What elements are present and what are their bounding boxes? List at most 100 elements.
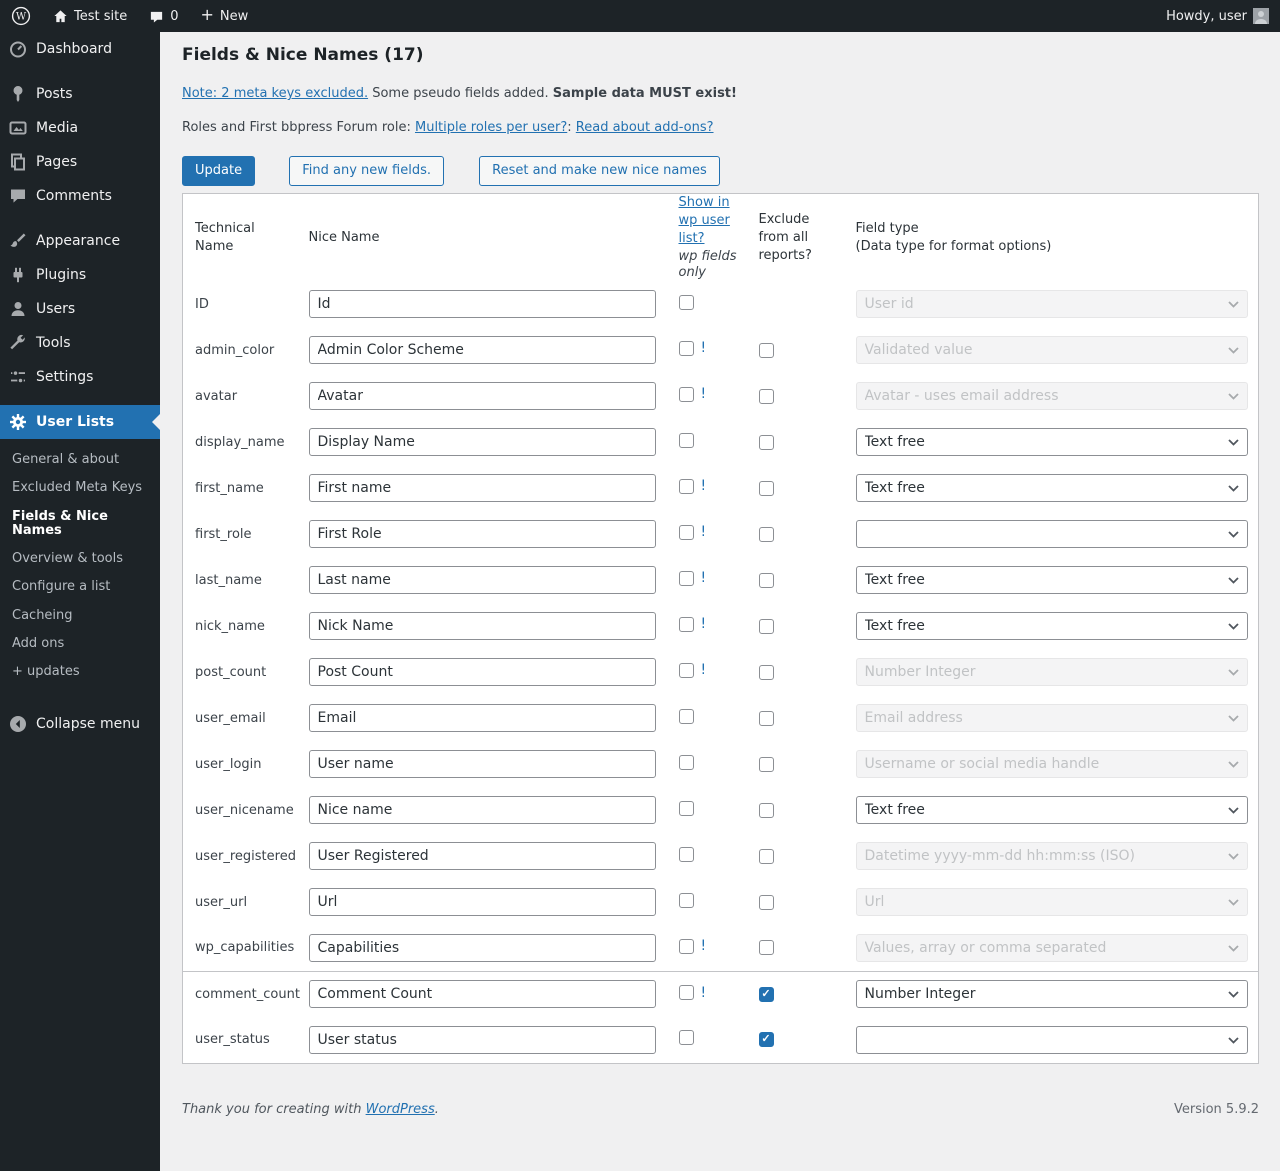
exclude-checkbox[interactable] xyxy=(758,342,774,358)
exclude-checkbox[interactable] xyxy=(758,848,774,864)
show-in-list-checkbox[interactable] xyxy=(678,524,694,540)
sidebar-item-plugins[interactable]: Plugins xyxy=(0,258,160,292)
show-in-list-checkbox[interactable] xyxy=(678,662,694,678)
wordpress-logo-menu[interactable]: W xyxy=(0,0,42,32)
exclude-checkbox[interactable] xyxy=(758,664,774,680)
nice-name-input[interactable] xyxy=(308,933,656,962)
field-type-select[interactable]: Text free xyxy=(855,428,1248,456)
field-type-select[interactable]: Values, array or comma separated xyxy=(855,933,1248,962)
field-type-select[interactable]: Text free xyxy=(855,474,1248,502)
read-addons-link[interactable]: Read about add-ons? xyxy=(576,120,714,135)
show-in-list-link[interactable]: Show in wp user list? xyxy=(679,194,753,248)
exclude-checkbox[interactable] xyxy=(758,710,774,726)
sidebar-item-settings[interactable]: Settings xyxy=(0,360,160,394)
exclude-checkbox[interactable] xyxy=(758,388,774,404)
wordpress-link[interactable]: WordPress xyxy=(366,1102,435,1117)
nice-name-input[interactable] xyxy=(308,750,656,778)
exclude-checkbox[interactable] xyxy=(758,894,774,910)
sidebar-item-user-lists[interactable]: User Lists xyxy=(0,405,160,439)
show-in-list-checkbox[interactable] xyxy=(678,294,694,310)
reset-nice-names-button[interactable]: Reset and make new nice names xyxy=(479,156,720,186)
exclude-checkbox[interactable] xyxy=(758,480,774,496)
field-type-select[interactable]: Text free xyxy=(855,796,1248,824)
nice-name-input[interactable] xyxy=(308,290,656,318)
field-type-select[interactable]: Username or social media handle xyxy=(855,750,1248,778)
excluded-meta-keys-link[interactable]: Note: 2 meta keys excluded. xyxy=(182,86,368,101)
submenu-item[interactable]: Overview & tools xyxy=(0,545,160,573)
show-in-list-checkbox[interactable] xyxy=(678,846,694,862)
nice-name-input[interactable] xyxy=(308,382,656,410)
nice-name-input[interactable] xyxy=(308,888,656,916)
sidebar-item-pages[interactable]: Pages xyxy=(0,145,160,179)
show-in-list-checkbox[interactable] xyxy=(678,892,694,908)
field-type-select[interactable] xyxy=(855,1025,1248,1054)
field-type-select[interactable]: Avatar - uses email address xyxy=(855,382,1248,410)
nice-name-input[interactable] xyxy=(308,1025,656,1054)
show-in-list-checkbox[interactable] xyxy=(678,708,694,724)
submenu-item[interactable]: Fields & Nice Names xyxy=(0,503,160,546)
field-type-select[interactable]: User id xyxy=(855,290,1248,318)
exclude-checkbox[interactable] xyxy=(758,802,774,818)
exclude-checkbox[interactable] xyxy=(758,572,774,588)
submenu-item[interactable]: General & about xyxy=(0,446,160,474)
show-in-list-checkbox[interactable] xyxy=(678,478,694,494)
update-button[interactable]: Update xyxy=(182,156,256,186)
field-type-select[interactable] xyxy=(855,520,1248,548)
sidebar-item-media[interactable]: Media xyxy=(0,111,160,145)
field-type-select[interactable]: Number Integer xyxy=(855,980,1248,1009)
nice-name-input[interactable] xyxy=(308,704,656,732)
field-type-select[interactable]: Text free xyxy=(855,612,1248,640)
exclude-checkbox[interactable] xyxy=(758,1032,774,1048)
show-in-list-checkbox[interactable] xyxy=(678,340,694,356)
submenu-item[interactable]: Configure a list xyxy=(0,573,160,601)
field-type-select[interactable]: Email address xyxy=(855,704,1248,732)
find-new-fields-button[interactable]: Find any new fields. xyxy=(289,156,444,186)
submenu-item[interactable]: + updates xyxy=(0,658,160,686)
nice-name-input[interactable] xyxy=(308,796,656,824)
show-in-list-checkbox[interactable] xyxy=(678,386,694,402)
multiple-roles-link[interactable]: Multiple roles per user? xyxy=(415,120,567,135)
show-in-list-checkbox[interactable] xyxy=(678,800,694,816)
nice-name-input[interactable] xyxy=(308,520,656,548)
exclude-checkbox[interactable] xyxy=(758,940,774,956)
field-type-select[interactable]: Number Integer xyxy=(855,658,1248,686)
field-type-select[interactable]: Text free xyxy=(855,566,1248,594)
howdy-account-menu[interactable]: Howdy, user xyxy=(1155,0,1280,32)
collapse-menu-button[interactable]: Collapse menu xyxy=(0,707,160,741)
field-type-select[interactable]: Validated value xyxy=(855,336,1248,364)
nice-name-input[interactable] xyxy=(308,428,656,456)
submenu-item[interactable]: Cacheing xyxy=(0,602,160,630)
nice-name-input[interactable] xyxy=(308,336,656,364)
show-in-list-checkbox[interactable] xyxy=(678,1030,694,1046)
submenu-item[interactable]: Add ons xyxy=(0,630,160,658)
submenu-item[interactable]: Excluded Meta Keys xyxy=(0,474,160,502)
nice-name-input[interactable] xyxy=(308,474,656,502)
exclude-checkbox[interactable] xyxy=(758,986,774,1002)
sidebar-item-users[interactable]: Users xyxy=(0,292,160,326)
show-in-list-checkbox[interactable] xyxy=(678,570,694,586)
sidebar-item-tools[interactable]: Tools xyxy=(0,326,160,360)
show-in-list-checkbox[interactable] xyxy=(678,616,694,632)
exclude-checkbox[interactable] xyxy=(758,618,774,634)
show-in-list-checkbox[interactable] xyxy=(678,754,694,770)
exclude-checkbox[interactable] xyxy=(758,434,774,450)
new-content-menu[interactable]: + New xyxy=(190,0,260,32)
comments-menu[interactable]: 0 xyxy=(138,0,189,32)
show-in-list-checkbox[interactable] xyxy=(678,432,694,448)
sidebar-item-posts[interactable]: Posts xyxy=(0,77,160,111)
nice-name-input[interactable] xyxy=(308,566,656,594)
show-in-list-checkbox[interactable] xyxy=(678,938,694,954)
show-in-list-checkbox[interactable] xyxy=(678,985,694,1000)
exclude-checkbox[interactable] xyxy=(758,526,774,542)
exclude-checkbox[interactable] xyxy=(758,756,774,772)
nice-name-input[interactable] xyxy=(308,842,656,870)
site-name-menu[interactable]: Test site xyxy=(42,0,138,32)
sidebar-item-dashboard[interactable]: Dashboard xyxy=(0,32,160,66)
field-type-select[interactable]: Url xyxy=(855,888,1248,916)
nice-name-input[interactable] xyxy=(308,658,656,686)
field-type-select[interactable]: Datetime yyyy-mm-dd hh:mm:ss (ISO) xyxy=(855,842,1248,870)
nice-name-input[interactable] xyxy=(308,980,656,1009)
sidebar-item-appearance[interactable]: Appearance xyxy=(0,224,160,258)
nice-name-input[interactable] xyxy=(308,612,656,640)
sidebar-item-comments[interactable]: Comments xyxy=(0,179,160,213)
